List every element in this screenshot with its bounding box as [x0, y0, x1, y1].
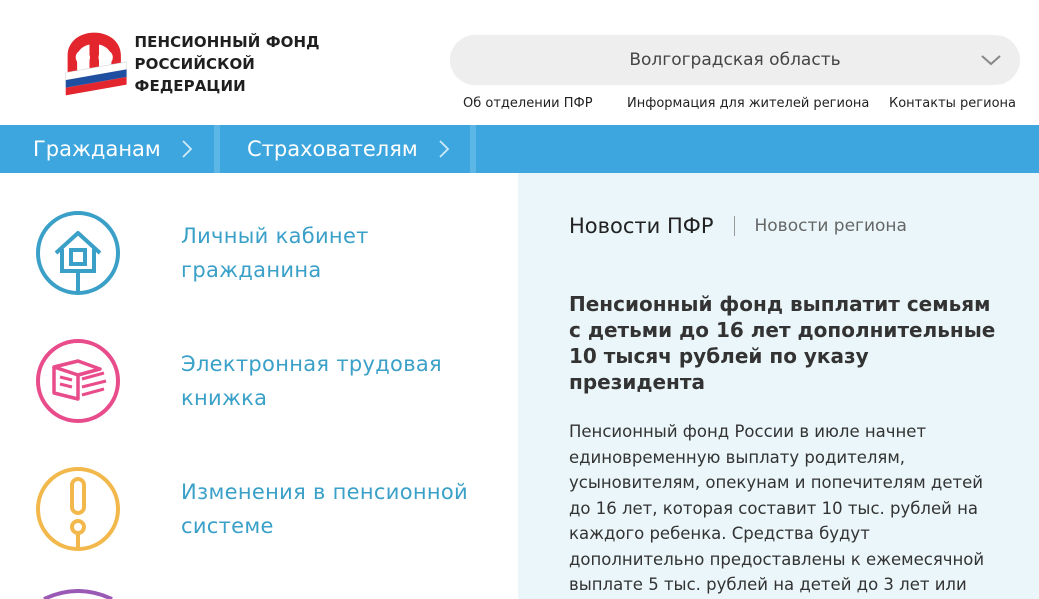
- service-electronic-workbook[interactable]: Электронная трудовая книжка: [0, 337, 518, 447]
- nav-item-insurers[interactable]: Страхователям: [247, 125, 450, 173]
- link-region-residents[interactable]: Информация для жителей региона: [627, 96, 869, 111]
- main-nav: Гражданам Страхователям: [0, 125, 1039, 173]
- tab-divider: [733, 216, 735, 236]
- pfr-logo[interactable]: ПЕНСИОННЫЙ ФОНД РОССИЙСКОЙ ФЕДЕРАЦИИ: [60, 26, 360, 102]
- service-label: Личный кабинет: [181, 224, 369, 248]
- link-region-contacts[interactable]: Контакты региона: [889, 96, 1016, 111]
- partial-service-icon: [43, 589, 113, 599]
- site-header: ПЕНСИОННЫЙ ФОНД РОССИЙСКОЙ ФЕДЕРАЦИИ Вол…: [0, 0, 1039, 125]
- nav-divider: [470, 125, 476, 173]
- chevron-right-icon: [439, 140, 449, 158]
- nav-item-citizens[interactable]: Гражданам: [33, 125, 193, 173]
- tab-region-news[interactable]: Новости региона: [755, 216, 907, 236]
- tab-pfr-news[interactable]: Новости ПФР: [569, 214, 714, 238]
- link-about-branch[interactable]: Об отделении ПФР: [463, 96, 593, 111]
- service-label: гражданина: [181, 258, 322, 282]
- nav-item-label: Гражданам: [33, 137, 161, 161]
- region-select[interactable]: Волгоградская область: [450, 35, 1020, 85]
- service-pension-changes[interactable]: Изменения в пенсионной системе: [0, 465, 518, 575]
- chevron-right-icon: [182, 140, 193, 158]
- news-tabs: Новости ПФР Новости региона: [569, 213, 907, 239]
- house-icon: [36, 211, 120, 295]
- service-label: книжка: [181, 386, 268, 410]
- service-label: системе: [181, 514, 274, 538]
- services-list: Личный кабинет гражданина Электронная тр…: [0, 173, 518, 599]
- nav-item-label: Страхователям: [247, 137, 418, 161]
- news-headline[interactable]: Пенсионный фонд выплатит семьям с детьми…: [569, 291, 1009, 395]
- exclamation-icon: [36, 467, 120, 551]
- pfr-emblem-icon: [65, 32, 127, 96]
- book-icon: [36, 339, 120, 423]
- logo-line1: ПЕНСИОННЫЙ ФОНД: [134, 33, 320, 51]
- chevron-down-icon: [981, 55, 1001, 66]
- news-panel: Новости ПФР Новости региона Пенсионный ф…: [518, 173, 1039, 599]
- nav-divider: [214, 125, 220, 173]
- service-personal-cabinet[interactable]: Личный кабинет гражданина: [0, 209, 518, 319]
- news-body: Пенсионный фонд России в июле начнет еди…: [569, 422, 985, 594]
- region-select-value: Волгоградская область: [629, 50, 841, 70]
- service-label: Электронная трудовая: [181, 352, 442, 376]
- logo-line2: РОССИЙСКОЙ ФЕДЕРАЦИИ: [134, 55, 255, 95]
- region-links: Об отделении ПФР Информация для жителей …: [463, 96, 1023, 116]
- service-label: Изменения в пенсионной: [181, 480, 469, 504]
